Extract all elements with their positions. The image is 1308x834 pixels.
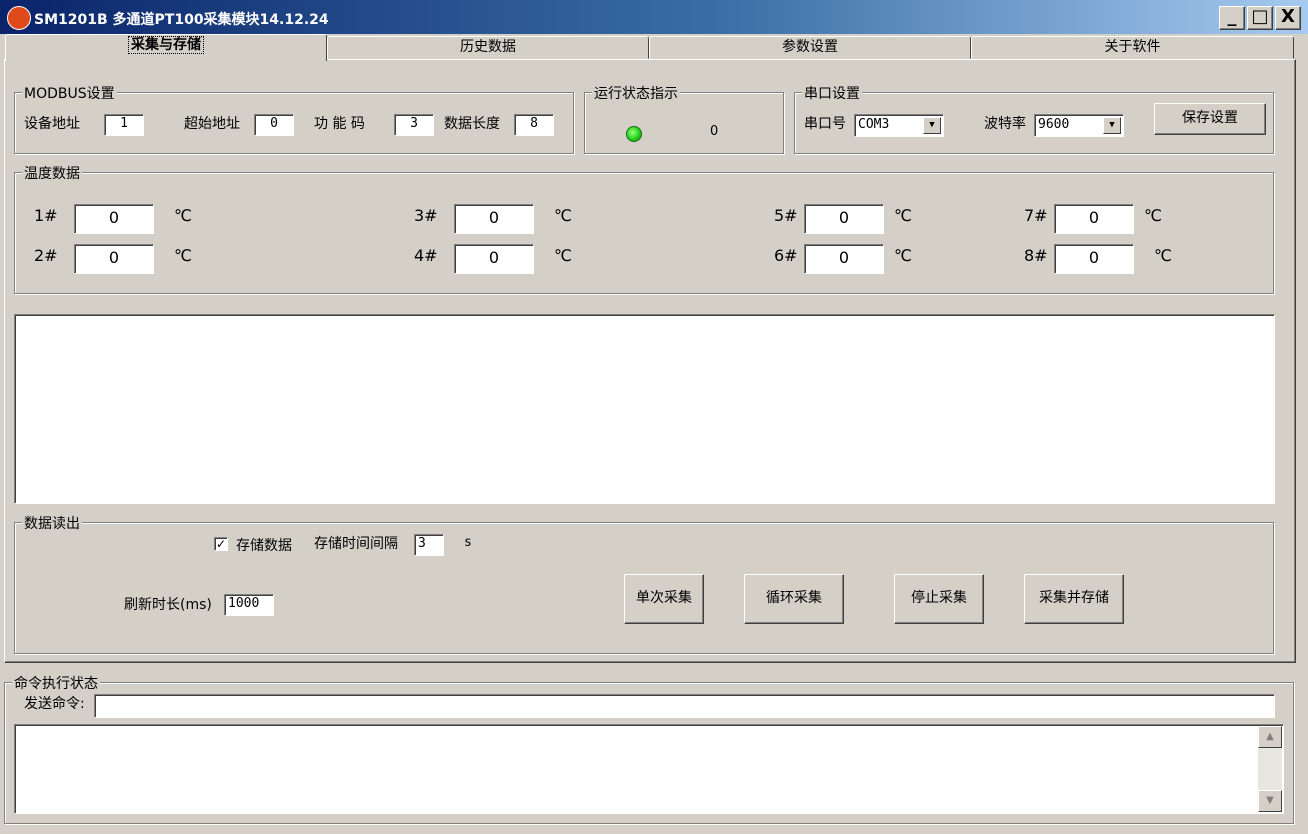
app-logo-icon: [7, 6, 31, 30]
chevron-down-icon[interactable]: ▼: [923, 117, 941, 134]
baud-select[interactable]: 9600 ▼: [1034, 114, 1124, 137]
scroll-up-icon[interactable]: ▲: [1258, 726, 1282, 748]
interval-unit: s: [464, 535, 472, 550]
tab-collect-store[interactable]: 采集与存储: [5, 34, 327, 61]
interval-input[interactable]: 3: [414, 534, 444, 556]
start-addr-label: 超始地址: [184, 116, 240, 132]
close-button[interactable]: X: [1275, 6, 1301, 30]
channel-2-label: 2#: [34, 246, 58, 265]
channel-8-label: 8#: [1024, 246, 1048, 265]
command-legend: 命令执行状态: [12, 673, 100, 693]
baud-label: 波特率: [984, 116, 1026, 132]
data-len-input[interactable]: 8: [514, 114, 554, 136]
channel-5-unit: ℃: [894, 206, 912, 225]
channel-7-unit: ℃: [1144, 206, 1162, 225]
func-code-input[interactable]: 3: [394, 114, 434, 136]
start-addr-input[interactable]: 0: [254, 114, 294, 136]
loop-collect-button[interactable]: 循环采集: [744, 574, 844, 624]
channel-1-label: 1#: [34, 206, 58, 225]
status-led-icon: [626, 126, 642, 142]
func-code-label: 功 能 码: [314, 116, 365, 132]
send-command-label: 发送命令:: [24, 696, 85, 712]
channel-5-value[interactable]: 0: [804, 204, 884, 234]
title-bar[interactable]: SM1201B 多通道PT100采集模块14.12.24 _ □ X: [0, 0, 1308, 34]
channel-8-value[interactable]: 0: [1054, 244, 1134, 274]
port-value: COM3: [858, 117, 890, 132]
channel-1-value[interactable]: 0: [74, 204, 154, 234]
tab-params[interactable]: 参数设置: [649, 36, 971, 59]
command-log[interactable]: [14, 724, 1284, 814]
maximize-button[interactable]: □: [1247, 6, 1273, 30]
channel-3-unit: ℃: [554, 206, 572, 225]
tab-label: 关于软件: [1104, 39, 1161, 55]
refresh-input[interactable]: 1000: [224, 594, 274, 616]
channel-8-unit: ℃: [1154, 246, 1172, 265]
store-data-label: 存储数据: [236, 538, 292, 554]
data-display-area[interactable]: [14, 314, 1275, 504]
channel-7-value[interactable]: 0: [1054, 204, 1134, 234]
channel-5-label: 5#: [774, 206, 798, 225]
single-collect-button[interactable]: 单次采集: [624, 574, 704, 624]
channel-6-unit: ℃: [894, 246, 912, 265]
channel-4-label: 4#: [414, 246, 438, 265]
channel-3-label: 3#: [414, 206, 438, 225]
data-len-label: 数据长度: [444, 116, 500, 132]
port-select[interactable]: COM3 ▼: [854, 114, 944, 137]
channel-2-value[interactable]: 0: [74, 244, 154, 274]
baud-value: 9600: [1038, 117, 1070, 132]
temperature-legend: 温度数据: [22, 163, 82, 183]
channel-6-label: 6#: [774, 246, 798, 265]
tab-label: 历史数据: [460, 39, 516, 55]
collect-store-button[interactable]: 采集并存储: [1024, 574, 1124, 624]
channel-6-value[interactable]: 0: [804, 244, 884, 274]
save-settings-button[interactable]: 保存设置: [1154, 103, 1266, 135]
status-legend: 运行状态指示: [592, 83, 680, 103]
interval-label: 存储时间间隔: [314, 536, 398, 552]
status-count: 0: [710, 124, 719, 139]
tab-about[interactable]: 关于软件: [971, 36, 1294, 59]
channel-7-label: 7#: [1024, 206, 1048, 225]
refresh-label: 刷新时长(ms): [124, 597, 212, 613]
tab-label: 参数设置: [782, 39, 838, 55]
chevron-down-icon[interactable]: ▼: [1103, 117, 1121, 134]
device-addr-input[interactable]: 1: [104, 114, 144, 136]
serial-legend: 串口设置: [802, 83, 862, 103]
readout-legend: 数据读出: [22, 513, 82, 533]
modbus-legend: MODBUS设置: [22, 83, 117, 103]
scroll-down-icon[interactable]: ▼: [1258, 790, 1282, 812]
device-addr-label: 设备地址: [24, 116, 80, 132]
store-data-checkbox[interactable]: ✓: [214, 537, 228, 551]
port-label: 串口号: [804, 116, 846, 132]
stop-collect-button[interactable]: 停止采集: [894, 574, 984, 624]
channel-2-unit: ℃: [174, 246, 192, 265]
channel-1-unit: ℃: [174, 206, 192, 225]
window-title: SM1201B 多通道PT100采集模块14.12.24: [34, 12, 329, 28]
channel-3-value[interactable]: 0: [454, 204, 534, 234]
tab-label: 采集与存储: [128, 36, 204, 54]
send-command-input[interactable]: [94, 694, 1275, 718]
channel-4-unit: ℃: [554, 246, 572, 265]
channel-4-value[interactable]: 0: [454, 244, 534, 274]
tab-history[interactable]: 历史数据: [327, 36, 649, 59]
minimize-button[interactable]: _: [1219, 6, 1245, 30]
